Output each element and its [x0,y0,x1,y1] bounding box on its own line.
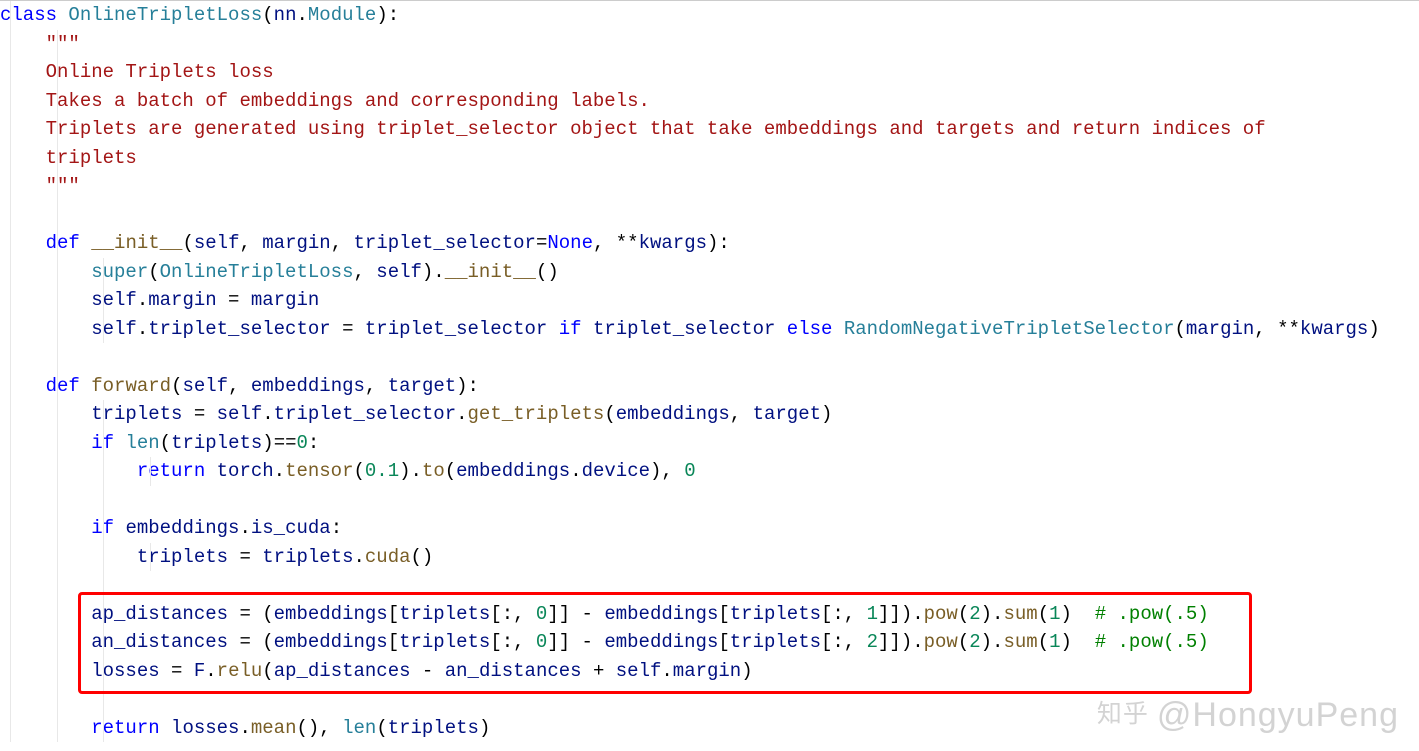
code-line: self.margin = margin [0,286,1419,315]
code-line-blank [0,486,1419,515]
method-init: __init__ [91,232,182,254]
code-line: def forward(self, embeddings, target): [0,372,1419,401]
docstring-text: Triplets are generated using triplet_sel… [46,118,1277,140]
code-line: return torch.tensor(0.1).to(embeddings.d… [0,457,1419,486]
docstring-quote: """ [46,33,80,55]
docstring-text: triplets [46,147,137,169]
code-line: def __init__(self, margin, triplet_selec… [0,229,1419,258]
comment: # .pow(.5) [1095,631,1209,653]
code-line: Online Triplets loss [0,58,1419,87]
class-name: OnlineTripletLoss [68,4,262,26]
code-line-blank [0,343,1419,372]
code-line: Takes a batch of embeddings and correspo… [0,87,1419,116]
code-line: triplets [0,144,1419,173]
code-line: super(OnlineTripletLoss, self).__init__(… [0,258,1419,287]
code-line: self.triplet_selector = triplet_selector… [0,315,1419,344]
code-line: Triplets are generated using triplet_sel… [0,115,1419,144]
comment: # .pow(.5) [1095,603,1209,625]
code-line: class OnlineTripletLoss(nn.Module): [0,1,1419,30]
code-editor: class OnlineTripletLoss(nn.Module): """ … [0,0,1419,742]
code-line-blank [0,201,1419,230]
code-line-highlighted: losses = F.relu(ap_distances - an_distan… [0,657,1419,686]
code-line-highlighted: ap_distances = (embeddings[triplets[:, 0… [0,600,1419,629]
keyword-class: class [0,4,57,26]
code-line: if embeddings.is_cuda: [0,514,1419,543]
code-line: triplets = self.triplet_selector.get_tri… [0,400,1419,429]
docstring-quote: """ [46,175,80,197]
code-line: """ [0,30,1419,59]
code-line: if len(triplets)==0: [0,429,1419,458]
code-line-blank [0,685,1419,714]
code-line-highlighted: an_distances = (embeddings[triplets[:, 0… [0,628,1419,657]
code-line: triplets = triplets.cuda() [0,543,1419,572]
docstring-text: Online Triplets loss [46,61,274,83]
code-line-blank [0,571,1419,600]
docstring-text: Takes a batch of embeddings and correspo… [46,90,650,112]
method-forward: forward [91,375,171,397]
code-line: return losses.mean(), len(triplets) [0,714,1419,743]
code-line: """ [0,172,1419,201]
